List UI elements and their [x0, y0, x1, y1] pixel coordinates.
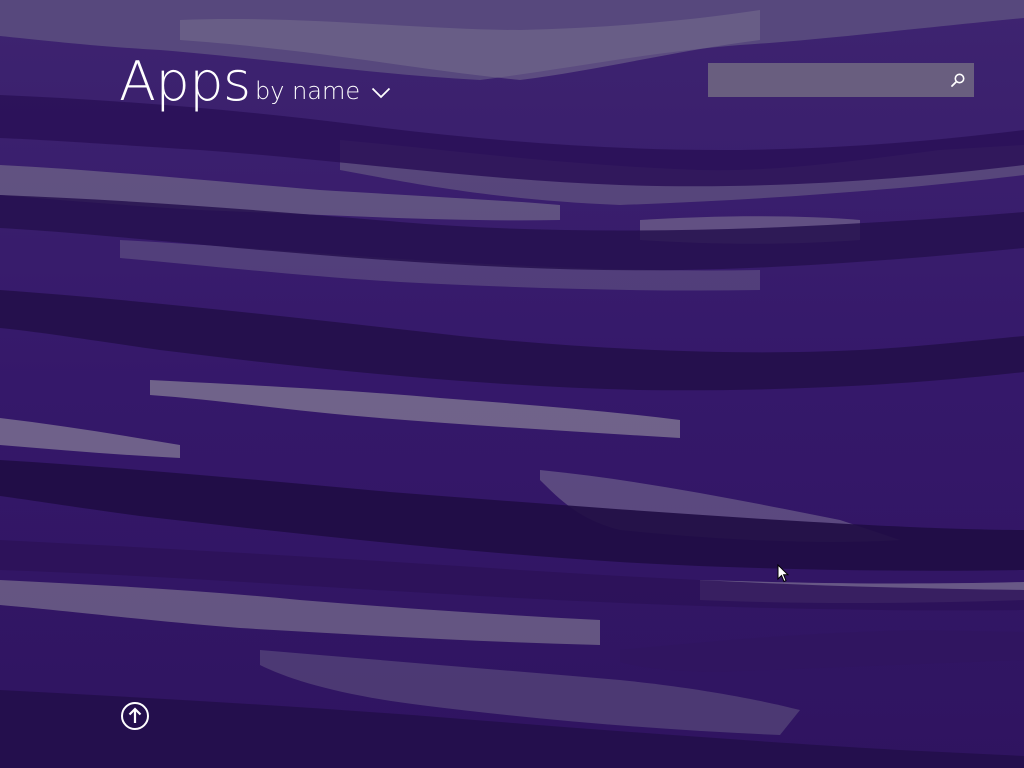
search-icon	[951, 73, 965, 87]
chevron-down-icon	[372, 87, 391, 98]
page-title: Apps	[119, 50, 251, 113]
arrow-up-circle-icon[interactable]	[120, 701, 150, 731]
wallpaper-background	[0, 0, 1024, 768]
search-input[interactable]	[708, 63, 944, 97]
apps-view-screen: Apps by name	[0, 0, 1024, 768]
search-button[interactable]	[942, 63, 974, 97]
sort-by-label: by name	[255, 77, 361, 105]
sort-by-dropdown[interactable]: by name	[255, 74, 391, 108]
search-box	[708, 63, 974, 97]
